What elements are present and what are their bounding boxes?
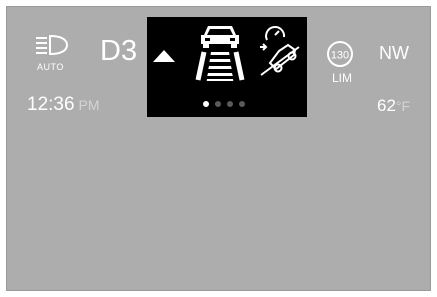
instrument-cluster-display: AUTO D3 130 LIM NW 12:36 PM 62°F bbox=[6, 6, 431, 291]
gear-indicator: D3 bbox=[100, 35, 138, 67]
clock-period: PM bbox=[78, 97, 100, 113]
arrow-up-icon bbox=[153, 50, 175, 62]
temperature-unit: °F bbox=[395, 98, 411, 114]
lane-keep-assist-icon bbox=[195, 26, 245, 81]
speed-limit-value: 130 bbox=[331, 50, 349, 62]
outside-temperature: 62°F bbox=[377, 96, 410, 116]
hill-descent-control-icon bbox=[260, 26, 300, 76]
popup-page-indicator bbox=[203, 101, 245, 107]
page-dot bbox=[215, 101, 221, 107]
auto-headlight-icon bbox=[36, 34, 69, 56]
page-dot bbox=[227, 101, 233, 107]
clock: 12:36 PM bbox=[27, 94, 100, 116]
page-dot-active bbox=[203, 101, 209, 107]
compass-heading: NW bbox=[379, 43, 409, 63]
headlight-mode-label: AUTO bbox=[37, 62, 64, 72]
temperature-value: 62 bbox=[377, 96, 396, 115]
clock-time: 12:36 bbox=[27, 94, 75, 115]
speed-limit-icon: 130 bbox=[327, 41, 353, 67]
page-dot bbox=[239, 101, 245, 107]
speed-limiter-label: LIM bbox=[332, 71, 353, 85]
